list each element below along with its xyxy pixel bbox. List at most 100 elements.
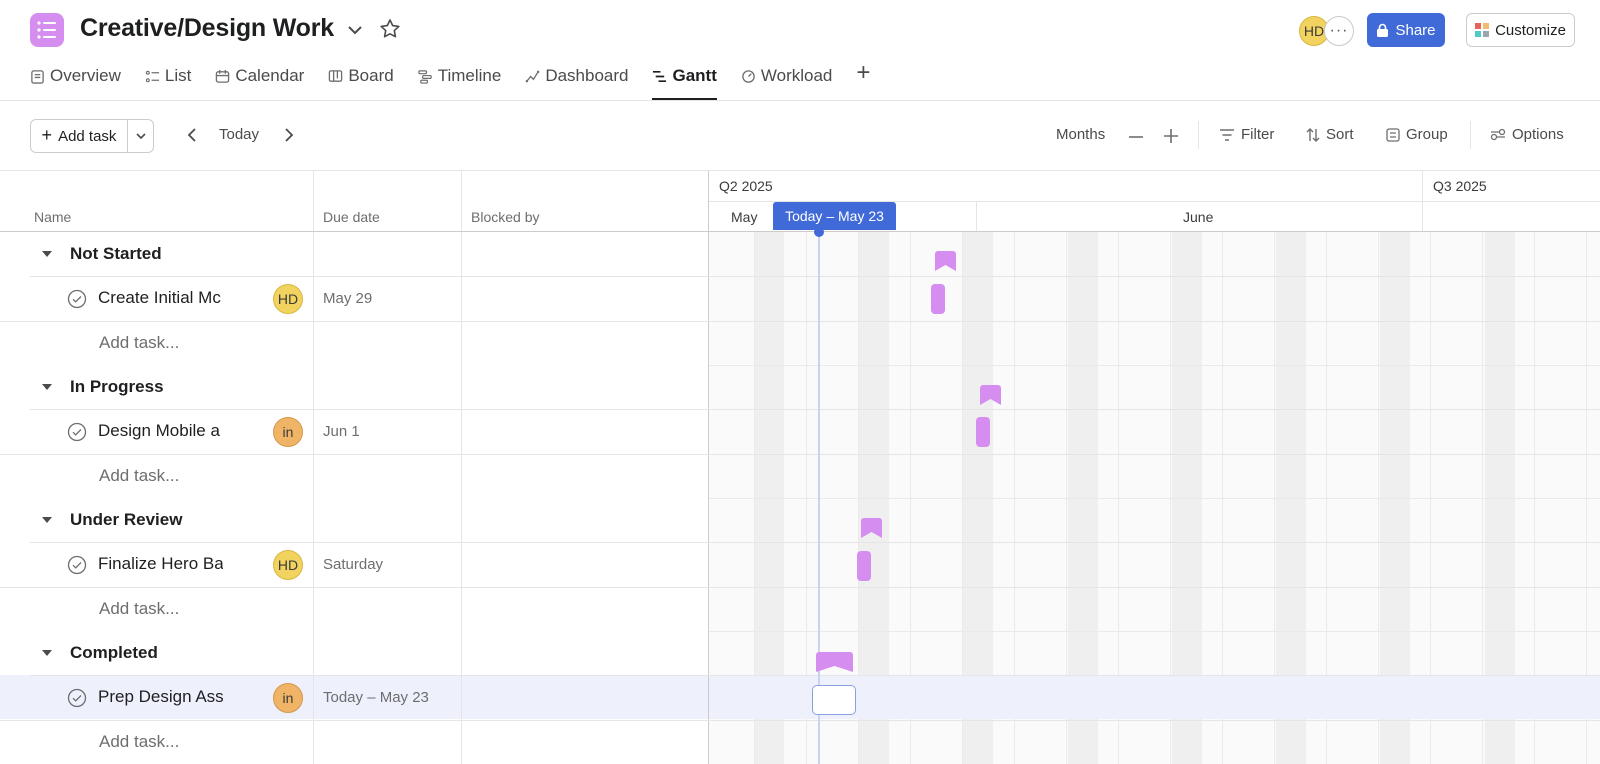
zoom-level[interactable]: Months <box>1056 126 1105 143</box>
column-header-blocked[interactable]: Blocked by <box>471 209 539 225</box>
due-date[interactable]: May 29 <box>323 290 372 307</box>
caret-down-icon[interactable] <box>40 247 54 261</box>
month-label: May <box>731 209 758 225</box>
chevron-right-icon[interactable] <box>279 125 299 145</box>
assignee-avatar[interactable]: HD <box>273 550 303 580</box>
customize-button[interactable]: Customize <box>1466 13 1575 47</box>
tab-label: Dashboard <box>545 66 629 85</box>
options-button[interactable]: Options <box>1490 126 1564 143</box>
add-task-dropdown[interactable] <box>128 120 153 152</box>
tab-label: Workload <box>760 66 833 85</box>
add-task-inline[interactable]: Add task... <box>99 466 179 486</box>
add-task-inline[interactable]: Add task... <box>99 599 179 619</box>
add-tab-button[interactable]: + <box>856 59 870 87</box>
task-bar[interactable] <box>976 417 990 447</box>
gantt-icon <box>653 70 667 82</box>
tab-list[interactable]: List <box>145 62 191 90</box>
section-header[interactable]: In Progress <box>0 365 708 409</box>
assignee-avatar[interactable]: HD <box>273 284 303 314</box>
toolbar-divider <box>1198 121 1199 149</box>
caret-down-icon[interactable] <box>40 380 54 394</box>
tab-gantt[interactable]: Gantt <box>652 62 718 100</box>
chevron-down-icon <box>135 133 146 140</box>
task-bar[interactable] <box>931 284 945 314</box>
assignee-avatar[interactable]: in <box>273 683 303 713</box>
today-line <box>818 230 820 764</box>
add-task-inline[interactable]: Add task... <box>99 732 179 752</box>
task-name[interactable]: Prep Design Ass <box>98 687 223 707</box>
row-divider <box>0 454 1600 455</box>
section-label: Not Started <box>70 244 162 263</box>
filter-icon <box>1220 128 1234 141</box>
zoom-out-icon[interactable] <box>1127 128 1145 146</box>
complete-check-icon[interactable] <box>67 289 87 309</box>
share-label: Share <box>1395 21 1436 39</box>
project-title[interactable]: Creative/Design Work <box>80 14 334 43</box>
section-label: Completed <box>70 643 158 662</box>
options-label: Options <box>1512 126 1564 143</box>
section-header[interactable]: Not Started <box>0 232 708 276</box>
due-date[interactable]: Jun 1 <box>323 423 360 440</box>
add-task-main[interactable]: + Add task <box>31 120 128 152</box>
list-icon <box>145 70 159 82</box>
board-icon <box>329 69 343 82</box>
tab-label: Calendar <box>235 66 305 85</box>
lock-icon <box>1377 23 1389 37</box>
zoom-in-icon[interactable] <box>1162 127 1180 145</box>
due-date[interactable]: Today – May 23 <box>323 689 429 706</box>
tab-label: Board <box>348 66 394 85</box>
star-icon[interactable] <box>378 17 402 41</box>
row-divider <box>709 631 1600 632</box>
calendar-icon <box>216 69 230 83</box>
complete-check-icon[interactable] <box>67 688 87 708</box>
caret-down-icon[interactable] <box>40 646 54 660</box>
tab-overview[interactable]: Overview <box>30 62 121 90</box>
row-divider <box>0 587 1600 588</box>
row-divider <box>709 365 1600 366</box>
toolbar-divider <box>1470 121 1471 149</box>
tab-dashboard[interactable]: Dashboard <box>525 62 628 90</box>
task-name[interactable]: Finalize Hero Ba <box>98 554 223 574</box>
tab-workload[interactable]: Workload <box>741 62 833 90</box>
project-icon[interactable] <box>30 13 64 47</box>
view-tabs: Overview List Calendar Board Timeline Da… <box>30 59 894 100</box>
chevron-down-icon[interactable] <box>345 20 365 40</box>
section-header[interactable]: Under Review <box>0 498 708 542</box>
add-task-button[interactable]: + Add task <box>30 119 154 153</box>
sort-button[interactable]: Sort <box>1306 126 1354 143</box>
caret-down-icon[interactable] <box>40 513 54 527</box>
today-marker-label[interactable]: Today – May 23 <box>773 202 896 230</box>
group-label: Group <box>1406 126 1448 143</box>
tab-board[interactable]: Board <box>328 62 394 90</box>
column-header-due[interactable]: Due date <box>323 209 380 225</box>
header-divider <box>0 100 1600 101</box>
assignee-avatar[interactable]: in <box>273 417 303 447</box>
section-header[interactable]: Completed <box>0 631 708 675</box>
chevron-left-icon[interactable] <box>182 125 202 145</box>
column-header-name[interactable]: Name <box>34 209 71 225</box>
quarter-label: Q3 2025 <box>1433 178 1487 194</box>
complete-check-icon[interactable] <box>67 555 87 575</box>
tab-label: List <box>164 66 192 85</box>
task-name[interactable]: Create Initial Mc <box>98 288 223 308</box>
task-name[interactable]: Design Mobile a <box>98 421 223 441</box>
tab-timeline[interactable]: Timeline <box>418 62 501 90</box>
sort-icon <box>1306 127 1320 142</box>
row-divider <box>30 542 1600 543</box>
today-button[interactable]: Today <box>219 126 259 143</box>
add-task-inline[interactable]: Add task... <box>99 333 179 353</box>
task-bar[interactable] <box>857 551 871 581</box>
tab-calendar[interactable]: Calendar <box>215 62 304 90</box>
list-icon <box>37 21 56 39</box>
task-bar-selected[interactable] <box>812 685 856 715</box>
group-button[interactable]: Group <box>1386 126 1448 143</box>
filter-label: Filter <box>1241 126 1275 143</box>
share-button[interactable]: Share <box>1367 13 1445 47</box>
tab-label: Overview <box>50 66 121 85</box>
due-date[interactable]: Saturday <box>323 556 383 573</box>
add-task-label: Add task <box>58 127 117 145</box>
complete-check-icon[interactable] <box>67 422 87 442</box>
quarter-divider <box>1422 171 1423 231</box>
filter-button[interactable]: Filter <box>1219 126 1274 143</box>
more-members-icon[interactable]: ··· <box>1324 16 1354 46</box>
